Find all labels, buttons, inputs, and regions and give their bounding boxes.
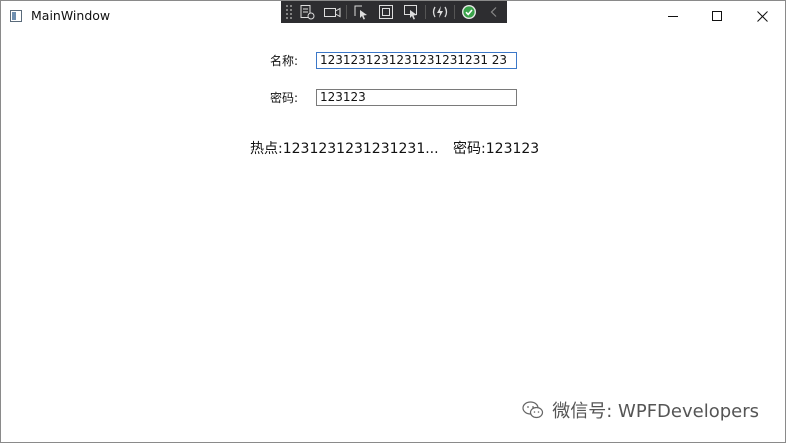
- camera-icon: [324, 7, 341, 18]
- wpf-debug-toolbar: [281, 1, 507, 23]
- password-textbox[interactable]: 123123: [316, 89, 517, 106]
- maximize-icon: [712, 11, 722, 21]
- toolbar-grip[interactable]: [285, 4, 293, 20]
- select-element-button[interactable]: [350, 1, 372, 23]
- main-window: MainWindow 名称: 1231231231231231231231 23…: [0, 0, 786, 443]
- maximize-button[interactable]: [694, 1, 740, 31]
- watermark-text: 微信号: WPFDevelopers: [552, 401, 759, 422]
- window-title: MainWindow: [31, 8, 111, 23]
- toolbar-separator: [425, 5, 426, 19]
- select-element-icon: [354, 5, 367, 20]
- close-icon: [756, 10, 768, 22]
- toolbar-separator: [346, 5, 347, 19]
- password-label: 密码:: [270, 91, 299, 105]
- name-textbox[interactable]: 1231231231231231231231 23: [316, 52, 517, 69]
- hotspot-label: 热点:: [250, 141, 283, 157]
- name-label: 名称:: [270, 54, 299, 68]
- checkmark-icon: [462, 5, 476, 19]
- watermark: 微信号: WPFDevelopers: [522, 397, 759, 423]
- minimize-icon: [668, 16, 678, 17]
- live-visual-tree-icon: [300, 5, 315, 20]
- live-visual-tree-button[interactable]: [296, 1, 318, 23]
- summary-password-value: 123123: [485, 141, 540, 157]
- wechat-icon: [522, 401, 544, 419]
- display-layout-adorners-button[interactable]: [375, 1, 397, 23]
- track-focus-button[interactable]: [400, 1, 422, 23]
- hot-reload-status-button[interactable]: [458, 1, 480, 23]
- summary-password-label: 密码:: [453, 141, 486, 157]
- close-button[interactable]: [739, 1, 785, 31]
- toolbar-separator: [454, 5, 455, 19]
- hot-reload-button[interactable]: [429, 1, 451, 23]
- hot-reload-icon: [432, 6, 448, 18]
- summary-line: 热点:1231231231231231... 密码:123123: [250, 138, 539, 158]
- hotspot-value: 1231231231231231...: [282, 141, 439, 157]
- minimize-button[interactable]: [650, 1, 696, 31]
- collapse-toolbar-button[interactable]: [483, 1, 505, 23]
- collapse-icon: [490, 7, 497, 17]
- display-layout-adorners-icon: [379, 5, 393, 19]
- record-button[interactable]: [321, 1, 343, 23]
- app-icon: [10, 10, 22, 22]
- track-focus-icon: [404, 5, 417, 20]
